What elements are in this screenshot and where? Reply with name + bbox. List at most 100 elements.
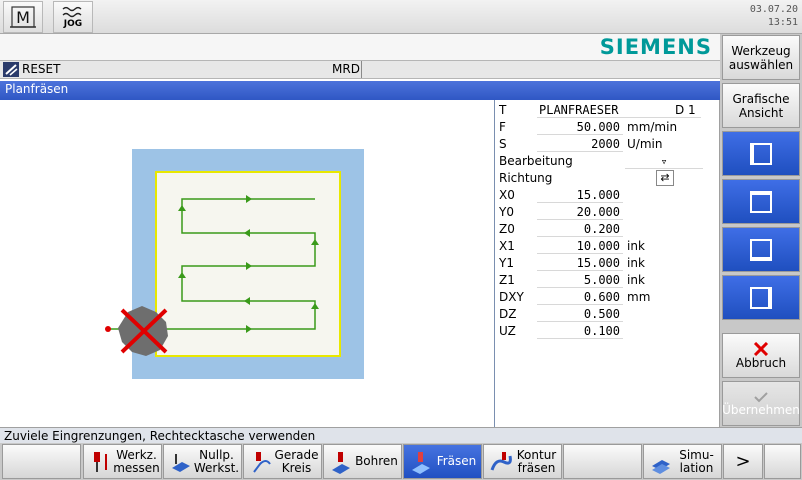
machine-m-icon: M — [10, 6, 36, 28]
param-row-dxy: DXY 0.600 mm — [499, 289, 709, 306]
drilling-label: Bohren — [355, 454, 398, 468]
edge-left-icon — [750, 142, 772, 165]
jog-mode-icon[interactable]: JOG — [53, 1, 93, 33]
milling-cutter-icon — [118, 306, 168, 356]
param-row-uz: UZ 0.100 — [499, 323, 709, 340]
more-softkeys-button[interactable]: > — [723, 444, 763, 479]
start-point — [105, 326, 111, 332]
param-row-bearbeitung: Bearbeitung ▿ — [499, 153, 709, 170]
select-tool-button[interactable]: Werkzeug auswählen — [722, 35, 800, 80]
param-row-richtung: Richtung ⇄ — [499, 170, 709, 187]
param-label-s: S — [499, 137, 507, 151]
tool-edge-number: D 1 — [675, 103, 696, 117]
uz-input[interactable]: 0.100 — [537, 323, 623, 339]
param-label-z1: Z1 — [499, 273, 515, 287]
contour-milling-label: Kontur fräsen — [516, 447, 557, 475]
accept-label: Übernehmen — [722, 402, 800, 417]
param-label-y0: Y0 — [499, 205, 514, 219]
jog-label: JOG — [63, 19, 83, 29]
param-row-z1: Z1 5.000 ink — [499, 272, 709, 289]
measure-tool-icon — [94, 451, 107, 472]
spindle-input[interactable]: 2000 — [537, 136, 623, 152]
contour-milling-icon — [490, 451, 512, 471]
z1-unit[interactable]: ink — [627, 272, 645, 289]
more-arrow-icon: > — [735, 451, 751, 472]
milling-label: Fräsen — [436, 454, 477, 468]
datetime: 03.07.20 13:51 — [750, 3, 798, 29]
param-label-x0: X0 — [499, 188, 515, 202]
param-row-f: F 50.000 mm/min — [499, 119, 709, 136]
x1-unit[interactable]: ink — [627, 238, 645, 255]
param-label-t: T — [499, 103, 507, 117]
y0-input[interactable]: 20.000 — [537, 204, 623, 220]
contour-milling-button[interactable]: Kontur fräsen — [483, 444, 562, 479]
simulation-icon — [652, 459, 670, 474]
feed-input[interactable]: 50.000 — [537, 119, 623, 135]
y1-input[interactable]: 15.000 — [537, 255, 623, 271]
param-label-dxy: DXY — [499, 290, 524, 304]
drilling-button[interactable]: Bohren — [323, 444, 402, 479]
status-divider — [361, 61, 362, 78]
machining-select[interactable]: ▿ — [625, 153, 703, 169]
x0-input[interactable]: 15.000 — [537, 187, 623, 203]
dxy-unit[interactable]: mm — [627, 289, 650, 306]
help-graphic — [105, 149, 364, 379]
reset-status: RESET — [22, 62, 61, 76]
line-circle-button[interactable]: Gerade Kreis — [243, 444, 322, 479]
graphic-view-label: Grafische Ansicht — [732, 91, 790, 120]
param-label-dz: DZ — [499, 307, 517, 321]
dialog-title-bar: Planfräsen — [0, 81, 720, 100]
graphic-view-button[interactable]: Grafische Ansicht — [722, 83, 800, 128]
param-label-y1: Y1 — [499, 256, 514, 270]
cancel-label: Abbruch — [735, 355, 787, 370]
empty-softkey[interactable] — [2, 444, 81, 479]
page-title: Planfräsen — [5, 82, 69, 96]
simulation-button[interactable]: Simu- lation — [643, 444, 722, 479]
param-label-x1: X1 — [499, 239, 515, 253]
milling-button[interactable]: Fräsen — [403, 444, 482, 479]
drill-icon — [332, 451, 350, 474]
param-label-richtung: Richtung — [499, 171, 553, 185]
milling-icon — [412, 451, 430, 474]
bottom-softkey-bar: Werkz. messen Nullp. Werkst. Gerade Krei… — [0, 443, 802, 480]
param-row-x1: X1 10.000 ink — [499, 238, 709, 255]
param-row-dz: DZ 0.500 — [499, 306, 709, 323]
param-label-z0: Z0 — [499, 222, 515, 236]
y1-unit[interactable]: ink — [627, 255, 645, 272]
dz-input[interactable]: 0.500 — [537, 306, 623, 322]
workpiece-zero-label: Nullp. Werkst. — [193, 447, 240, 475]
edge-right-icon — [750, 286, 772, 309]
workpiece-zero-button[interactable]: Nullp. Werkst. — [163, 444, 242, 479]
edge-top-button[interactable] — [722, 179, 800, 224]
x1-input[interactable]: 10.000 — [537, 238, 623, 254]
edge-left-button[interactable] — [722, 131, 800, 176]
program-status: MRD — [332, 62, 360, 76]
edge-bottom-icon — [750, 238, 772, 261]
edge-right-button[interactable] — [722, 275, 800, 320]
accept-button[interactable]: Übernehmen — [722, 381, 800, 426]
machine-mode-icon[interactable]: M — [3, 1, 43, 33]
message-line: Zuviele Eingrenzungen, Rechtecktasche ve… — [0, 427, 802, 443]
channel-status-row: RESET MRD — [0, 60, 720, 79]
measure-tool-label: Werkz. messen — [113, 447, 160, 475]
empty-softkey-3[interactable] — [764, 444, 801, 479]
reset-state-icon — [3, 62, 19, 77]
siemens-logo: SIEMENS — [599, 35, 712, 59]
cancel-button[interactable]: Abbruch — [722, 333, 800, 378]
measure-tool-button[interactable]: Werkz. messen — [83, 444, 162, 479]
edge-bottom-button[interactable] — [722, 227, 800, 272]
direction-toggle-icon[interactable]: ⇄ — [656, 170, 674, 186]
param-divider — [494, 100, 495, 427]
spindle-unit[interactable]: U/min — [627, 136, 662, 153]
param-row-y1: Y1 15.000 ink — [499, 255, 709, 272]
line-circle-icon — [253, 451, 271, 473]
z1-input[interactable]: 5.000 — [537, 272, 623, 288]
line-circle-label: Gerade Kreis — [274, 447, 319, 475]
dxy-input[interactable]: 0.600 — [537, 289, 623, 305]
select-tool-label: Werkzeug auswählen — [728, 43, 794, 72]
empty-softkey-2[interactable] — [563, 444, 642, 479]
feed-unit[interactable]: mm/min — [627, 119, 677, 136]
workpiece-zero-icon — [172, 453, 190, 472]
date: 03.07.20 — [749, 4, 798, 15]
z0-input[interactable]: 0.200 — [537, 221, 623, 237]
